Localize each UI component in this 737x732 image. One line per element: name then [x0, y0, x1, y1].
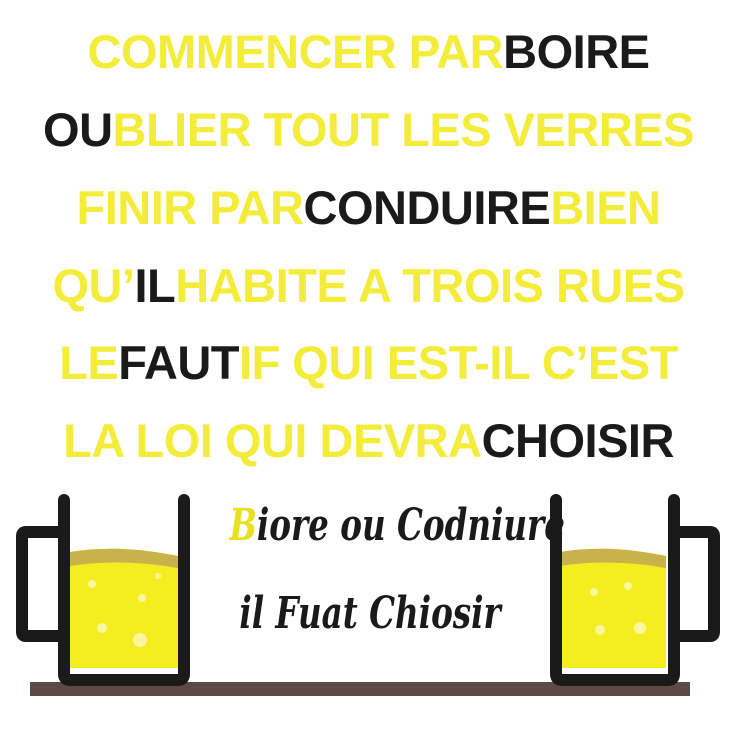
headline-line-6: LA LOI QUI DEVRA CHOISIR	[0, 411, 737, 471]
highlighted-text: HABITE A TROIS RUES	[171, 256, 689, 316]
headline-line-2: OUBLIER TOUT LES VERRES	[0, 100, 737, 160]
highlighted-text: COMMENCER PAR	[83, 22, 507, 82]
poster-line-1-initial: B	[229, 500, 257, 551]
highlighted-text: FINIR PAR	[72, 178, 308, 238]
headline-line-4: QU’IL HABITE A TROIS RUES	[0, 256, 737, 316]
poster-line-1-rest: iore ou Codniure	[256, 500, 565, 551]
beer-scene: Biore ou Codniure il Fuat Chiosir	[0, 480, 737, 732]
dark-text: BOIRE	[503, 25, 650, 78]
poster-line-2: il Fuat Chiosir	[239, 588, 501, 639]
highlighted-text: LE	[55, 333, 123, 393]
highlighted-text: LA LOI QUI DEVRA	[59, 411, 486, 471]
highlighted-text: QU’	[48, 256, 139, 316]
dark-text: FAUT	[118, 336, 239, 389]
headline-line-3: FINIR PAR CONDUIRE BIEN	[0, 178, 737, 238]
highlighted-text: BLIER TOUT LES VERRES	[108, 100, 699, 160]
headline-line-1: COMMENCER PAR BOIRE	[0, 22, 737, 82]
dark-text: IL	[134, 259, 176, 312]
headline-line-5: LE FAUTIF QUI EST-IL C’EST	[0, 333, 737, 393]
dark-text: CHOISIR	[481, 414, 675, 467]
dark-text: CONDUIRE	[303, 181, 551, 234]
right-beer-mug-icon	[550, 494, 720, 686]
highlighted-text: BIEN	[546, 178, 665, 238]
dark-text: OU	[43, 103, 113, 156]
left-beer-mug-icon	[16, 494, 190, 686]
poster-line-1: Biore ou Codniure	[229, 500, 565, 551]
highlighted-text: IF QUI EST-IL C’EST	[234, 333, 682, 393]
